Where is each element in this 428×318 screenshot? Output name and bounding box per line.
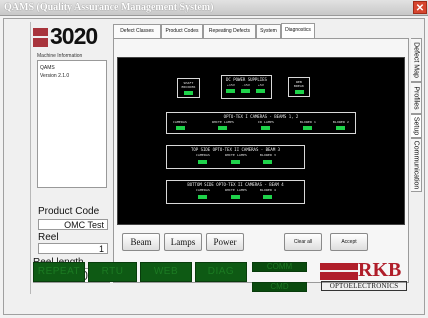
bottom-side-item: WHITE LAMPS (224, 188, 248, 192)
reel-label: Reel (38, 232, 59, 243)
shaft-encoder-led (184, 91, 193, 95)
web-indicator: WEB (140, 262, 192, 282)
rkb-mark-icon (320, 263, 358, 280)
machine-info-line: QAMS (40, 65, 55, 71)
top-side-led (263, 160, 272, 164)
top-side-box: TOP SIDE OPTO-TEX II CAMERAS - BEAM 3 CA… (166, 145, 305, 169)
dc-power-title: DC POWER SUPPLIES (226, 77, 267, 82)
top-side-item: BLOWER 3 (259, 153, 277, 157)
dc-power-box: DC POWER SUPPLIES +15V -15V +5V (221, 75, 272, 99)
cmd-indicator: CMD (252, 282, 307, 292)
rkb-logo: RKB OPTOELECTRONICS (320, 259, 410, 292)
machine-info-box: QAMS Version 2.1.0 (37, 60, 107, 188)
opto1-item: WHITE LAMPS (211, 120, 235, 124)
dc-power-item: +15V (226, 83, 236, 87)
opto1-item: IR LAMPS (257, 120, 275, 124)
opto1-led (176, 126, 185, 130)
dc-power-led (241, 89, 250, 93)
side-tab-label: Communication (412, 140, 420, 190)
bottom-side-led (198, 195, 207, 199)
tab-diagnostics[interactable]: Diagnostics (281, 23, 315, 38)
top-side-title: TOP SIDE OPTO-TEX II CAMERAS - BEAM 3 (190, 147, 281, 152)
reel-field: 1 (38, 243, 108, 254)
opto1-item: BLOWER 2 (332, 120, 350, 124)
top-side-item: CAMERAS (195, 153, 211, 157)
dc-power-item: +5V (257, 83, 265, 87)
bottom-side-title: BOTTOM SIDE OPTO-TEX II CAMERAS - BEAM 4 (187, 182, 284, 187)
side-tab-setup[interactable]: Setup (411, 114, 422, 138)
machine-info-line: Version 2.1.0 (40, 73, 70, 79)
opto1-led (336, 126, 345, 130)
side-tab-communication[interactable]: Communication (411, 138, 422, 192)
bottom-side-item: CAMERAS (195, 188, 211, 192)
clear-all-button[interactable]: Clear all (284, 233, 322, 251)
bottom-side-box: BOTTOM SIDE OPTO-TEX II CAMERAS - BEAM 4… (166, 180, 305, 204)
web-break-box: WEB BREAK (288, 77, 310, 97)
product-code-field: OMC Test (38, 219, 108, 230)
dc-power-led (256, 89, 265, 93)
accept-button[interactable]: Accept (330, 233, 368, 251)
comm-indicator: COMM (252, 262, 307, 272)
rtu-indicator: RTU (88, 262, 137, 282)
web-break-led (295, 90, 304, 94)
web-break-label-2: BREAK (293, 84, 305, 88)
opto1-led (261, 126, 270, 130)
rkb-brand-name: RKB (358, 259, 402, 281)
logo-number: 3020 (50, 23, 98, 49)
opto1-item: CAMERAS (172, 120, 188, 124)
diagnostics-display: SHAFT ENCODER DC POWER SUPPLIES +15V -15… (117, 57, 405, 225)
app-window: QAMS (Quality Assurance Management Syste… (0, 0, 428, 318)
product-logo: 3020 (33, 23, 123, 50)
bottom-side-led (231, 195, 240, 199)
side-tab-label: Profiles (412, 86, 420, 110)
tab-repeating-defects[interactable]: Repeating Defects (203, 24, 256, 38)
tab-defect-classes[interactable]: Defect Classes (113, 24, 161, 38)
side-tab-defect-map[interactable]: Defect Map (411, 38, 422, 82)
beam-button[interactable]: Beam (122, 233, 160, 251)
title-bar: QAMS (Quality Assurance Management Syste… (0, 0, 428, 16)
top-side-item: WHITE LAMPS (224, 153, 248, 157)
bottom-side-led (263, 195, 272, 199)
top-side-led (198, 160, 207, 164)
window-title: QAMS (Quality Assurance Management Syste… (4, 2, 214, 13)
lamps-button[interactable]: Lamps (164, 233, 202, 251)
logo-mark-icon (33, 28, 48, 47)
dc-power-item: -15V (241, 83, 251, 87)
rkb-brand-sub: OPTOELECTRONICS (321, 281, 407, 291)
side-tab-profiles[interactable]: Profiles (411, 82, 422, 114)
product-code-label: Product Code (38, 206, 100, 217)
tab-product-codes[interactable]: Product Codes (161, 24, 203, 38)
shaft-encoder-label-2: ENCODER (181, 85, 196, 89)
close-button[interactable]: ✕ (413, 1, 427, 14)
tab-system[interactable]: System (256, 24, 281, 38)
dc-power-led (226, 89, 235, 93)
opto1-led (303, 126, 312, 130)
opto1-box: OPTO-TEX I CAMERAS - BEAMS 1, 2 CAMERAS … (166, 112, 356, 134)
top-side-led (231, 160, 240, 164)
opto1-item: BLOWER 1 (299, 120, 317, 124)
diag-indicator: DIAG (195, 262, 247, 282)
side-tab-label: Setup (412, 116, 420, 136)
opto1-led (218, 126, 227, 130)
opto1-title: OPTO-TEX I CAMERAS - BEAMS 1, 2 (223, 114, 299, 119)
bottom-side-item: BLOWER 4 (259, 188, 277, 192)
shaft-encoder-box: SHAFT ENCODER (177, 78, 200, 98)
power-button[interactable]: Power (206, 233, 244, 251)
left-divider (30, 22, 31, 294)
repeat-indicator: REPEAT (33, 262, 85, 282)
machine-info-label: Machine Information (37, 53, 83, 59)
side-tab-label: Defect Map (412, 42, 420, 78)
